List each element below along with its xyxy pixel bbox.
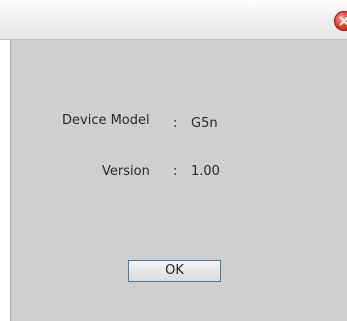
about-dialog: Device Model : G5n Version : 1.00 OK: [0, 0, 347, 321]
version-label: Version: [102, 164, 150, 179]
version-value: 1.00: [191, 164, 220, 179]
version-colon: :: [173, 164, 178, 179]
device-model-colon: :: [173, 116, 178, 131]
title-bar: [0, 0, 347, 40]
ok-button[interactable]: OK: [128, 260, 221, 282]
device-model-label: Device Model: [62, 113, 150, 128]
device-model-value: G5n: [191, 116, 218, 131]
dialog-content: Device Model : G5n Version : 1.00 OK: [10, 40, 347, 321]
close-icon: [339, 16, 347, 26]
close-button[interactable]: [334, 11, 347, 31]
